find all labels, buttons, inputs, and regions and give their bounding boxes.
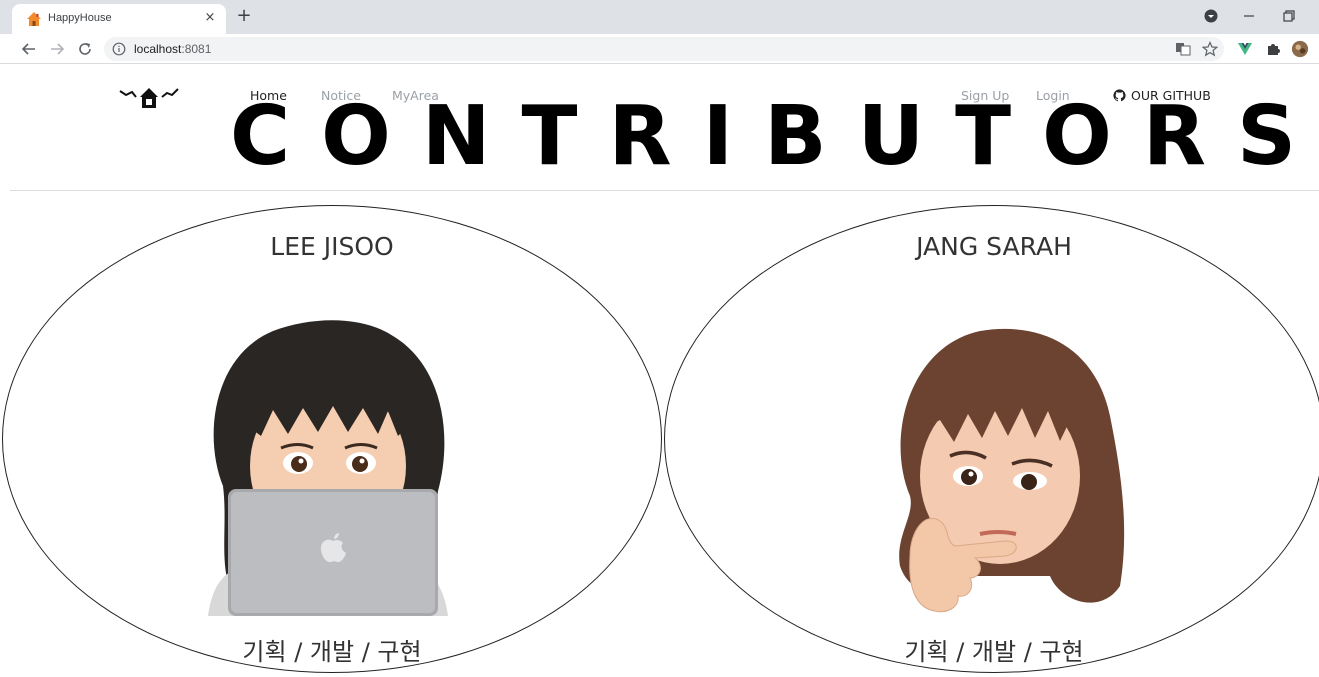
address-bar[interactable]: localhost:8081 [104,37,1224,61]
tab-close-icon[interactable]: × [202,10,218,26]
contributor-role: 기획 / 개발 / 구현 [904,638,1084,666]
back-arrow-icon [21,43,35,55]
contributor-card: JANG SARAH 기획 / 개발 / 구현 [664,205,1319,673]
browser-tab[interactable]: HappyHouse × [12,4,226,34]
minimize-icon[interactable] [1240,7,1258,25]
vue-devtools-icon[interactable] [1236,40,1254,58]
site-header: Home Notice MyArea Sign Up Login OUR GIT… [0,65,1319,191]
header-divider [10,190,1319,191]
forward-button[interactable] [46,38,68,60]
contributors-title: CONTRIBUTORS [230,89,1319,184]
contributor-card: LEE JISOO 기획 / 개발 / 구현 [2,205,662,673]
contributor-name: LEE JISOO [270,232,394,261]
happyhouse-logo[interactable] [118,83,180,111]
info-icon[interactable] [112,42,126,56]
contributor-role: 기획 / 개발 / 구현 [242,638,422,666]
translate-icon[interactable] [1174,40,1192,58]
reload-icon [79,43,91,55]
page-content: Home Notice MyArea Sign Up Login OUR GIT… [0,65,1319,677]
reload-button[interactable] [74,38,96,60]
extensions-puzzle-icon[interactable] [1264,40,1282,58]
contributor-name: JANG SARAH [916,232,1072,261]
forward-arrow-icon [51,43,65,55]
tab-title: HappyHouse [48,12,112,24]
profile-avatar-icon[interactable] [1291,40,1309,58]
profile-download-icon[interactable] [1202,7,1220,25]
browser-toolbar: localhost:8081 [0,34,1319,64]
house-icon [27,12,41,26]
url-text: localhost:8081 [134,42,211,56]
memoji-laptop-avatar [208,320,448,616]
back-button[interactable] [18,38,40,60]
new-tab-button[interactable]: + [234,6,254,26]
bookmark-star-icon[interactable] [1201,40,1219,58]
browser-tabstrip: HappyHouse × + [0,0,1319,34]
url-port: :8081 [181,42,212,56]
restore-icon[interactable] [1280,7,1298,25]
memoji-thinking-avatar [899,328,1125,613]
url-host: localhost [134,42,182,56]
